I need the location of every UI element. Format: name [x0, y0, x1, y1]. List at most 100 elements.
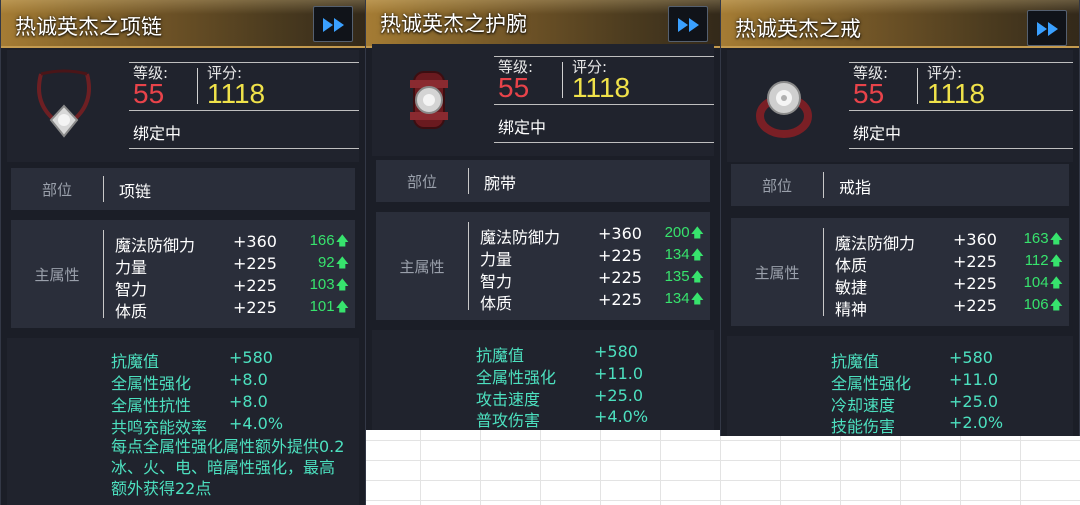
level-value: 55	[853, 78, 885, 109]
necklace-icon	[23, 64, 105, 146]
extra-name: 抗魔值	[111, 352, 160, 371]
up-arrow-icon: 🡅	[690, 247, 704, 262]
level-value: 55	[133, 78, 165, 109]
attr-value: +225	[953, 252, 997, 271]
extra-name: 技能伤害	[831, 417, 896, 436]
attr-name: 魔法防御力	[115, 236, 196, 255]
main-attr-section: 主属性 魔法防御力 +360 200🡅 力量 +225 134🡅 智力 +225…	[376, 212, 710, 320]
extra-value: +580	[229, 348, 273, 367]
slot-section: 部位 项链	[11, 168, 355, 210]
slot-section: 部位 戒指	[731, 164, 1069, 206]
extra-row: 全属性强化 +11.0	[727, 370, 1073, 393]
up-arrow-icon: 🡅	[1049, 275, 1063, 290]
main-attr-section: 主属性 魔法防御力 +360 163🡅 体质 +225 112🡅 敏捷 +225…	[731, 218, 1069, 326]
attr-row: 智力 +225 103🡅	[11, 276, 355, 299]
attr-bonus: 134🡅	[664, 246, 704, 263]
attr-value: +225	[598, 268, 642, 287]
extra-row: 冷却速度 +25.0	[727, 392, 1073, 415]
item-header: 等级: 55 评分: 1118 绑定中	[372, 44, 714, 156]
divider	[823, 172, 824, 198]
extra-value: +4.0%	[594, 407, 649, 426]
fast-forward-icon	[678, 18, 699, 32]
up-arrow-icon: 🡅	[1049, 253, 1063, 268]
item-header: 等级: 55 评分: 1118 绑定中	[7, 50, 359, 162]
attr-row: 魔法防御力 +360 166🡅	[11, 232, 355, 255]
attr-name: 智力	[480, 272, 513, 291]
attr-row: 体质 +225 112🡅	[731, 252, 1069, 275]
extra-row: 攻击速度 +25.0	[372, 386, 714, 409]
attr-bonus: 104🡅	[1023, 274, 1063, 291]
item-title: 热诚英杰之项链	[15, 15, 162, 39]
title-bar: 热诚英杰之项链	[1, 0, 365, 48]
fast-forward-icon	[323, 18, 344, 32]
attr-bonus: 101🡅	[309, 298, 349, 315]
extra-name: 全属性抗性	[111, 396, 192, 415]
up-arrow-icon: 🡅	[690, 269, 704, 284]
divider	[103, 176, 104, 202]
divider	[494, 104, 714, 105]
up-arrow-icon: 🡅	[690, 291, 704, 306]
divider	[562, 62, 563, 98]
item-title: 热诚英杰之戒	[735, 17, 861, 41]
attr-name: 魔法防御力	[835, 234, 916, 253]
bind-status: 绑定中	[853, 124, 902, 143]
fast-forward-button[interactable]	[1027, 10, 1067, 46]
attr-name: 体质	[115, 302, 148, 321]
slot-value: 戒指	[839, 178, 872, 197]
attr-name: 力量	[115, 258, 148, 277]
item-tooltip-ring: 热诚英杰之戒 等级: 55 评分: 1118 绑定中 部位 戒指 主属性 魔法防…	[720, 0, 1080, 436]
title-bar: 热诚英杰之护腕	[366, 0, 720, 48]
slot-label: 部位	[406, 173, 437, 191]
item-tooltip-bracer: 热诚英杰之护腕 等级: 55 评分: 1118 绑定中 部位 腕带 主属性 魔法…	[365, 0, 721, 430]
extra-row: 共鸣充能效率 +4.0%	[7, 414, 359, 437]
divider	[849, 110, 1073, 111]
extra-row: 全属性强化 +8.0	[7, 370, 359, 393]
extra-value: +8.0	[229, 370, 268, 389]
extra-value: +4.0%	[229, 414, 284, 433]
up-arrow-icon: 🡅	[1049, 297, 1063, 312]
bracer-icon	[388, 58, 470, 140]
set-bonus-text: 每点全属性强化属性额外提供0.2冰、火、电、暗属性强化，最高额外获得22点	[111, 437, 345, 498]
attr-bonus: 134🡅	[664, 290, 704, 307]
extra-row: 全属性抗性 +8.0	[7, 392, 359, 415]
attr-bonus: 112🡅	[1024, 252, 1063, 269]
attr-bonus: 163🡅	[1023, 230, 1063, 247]
attr-value: +225	[953, 274, 997, 293]
extra-value: +580	[594, 342, 638, 361]
attr-value: +225	[598, 246, 642, 265]
attr-name: 精神	[835, 300, 868, 319]
extra-attr-section: 抗魔值 +580 全属性强化 +11.0 冷却速度 +25.0 技能伤害 +2.…	[727, 336, 1073, 436]
attr-value: +360	[233, 232, 277, 251]
attr-value: +225	[233, 254, 277, 273]
extra-value: +25.0	[594, 386, 644, 405]
fast-forward-button[interactable]	[313, 6, 353, 42]
attr-bonus: 103🡅	[309, 276, 349, 293]
extra-name: 全属性强化	[476, 368, 557, 387]
slot-section: 部位 腕带	[376, 160, 710, 202]
attr-value: +225	[598, 290, 642, 309]
title-bar: 热诚英杰之戒	[721, 0, 1079, 48]
extra-row: 抗魔值 +580	[7, 348, 359, 371]
fast-forward-button[interactable]	[668, 6, 708, 42]
score-value: 1118	[927, 78, 986, 109]
divider	[197, 68, 198, 104]
extra-attr-section: 抗魔值 +580 全属性强化 +11.0 攻击速度 +25.0 普攻伤害 +4.…	[372, 330, 714, 430]
divider	[468, 168, 469, 194]
attr-bonus: 135🡅	[664, 268, 704, 285]
item-title: 热诚英杰之护腕	[380, 12, 527, 36]
item-tooltip-necklace: 热诚英杰之项链 等级: 55 评分: 1118 绑定中 部位 项链 主属性 魔法…	[0, 0, 366, 505]
attr-row: 魔法防御力 +360 163🡅	[731, 230, 1069, 253]
extra-value: +580	[949, 348, 993, 367]
up-arrow-icon: 🡅	[1049, 231, 1063, 246]
up-arrow-icon: 🡅	[335, 255, 349, 270]
attr-row: 力量 +225 92🡅	[11, 254, 355, 277]
attr-name: 力量	[480, 250, 513, 269]
item-header: 等级: 55 评分: 1118 绑定中	[727, 50, 1073, 162]
score-value: 1118	[572, 72, 631, 103]
slot-label: 部位	[41, 181, 72, 199]
attr-row: 敏捷 +225 104🡅	[731, 274, 1069, 297]
extra-value: +2.0%	[949, 413, 1004, 432]
attr-value: +360	[598, 224, 642, 243]
attr-row: 力量 +225 134🡅	[376, 246, 710, 269]
fast-forward-icon	[1037, 22, 1058, 36]
